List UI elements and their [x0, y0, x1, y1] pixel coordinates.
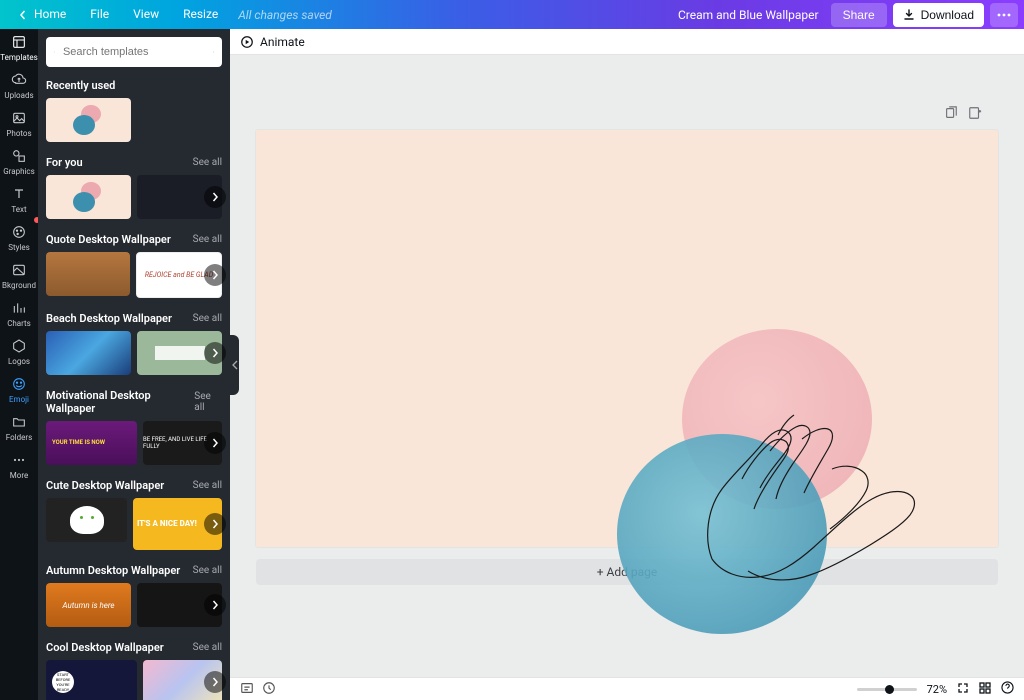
section-foryou: For youSee all [46, 152, 222, 219]
chevron-right-icon [210, 519, 220, 529]
section-autumn: Autumn Desktop WallpaperSee all Autumn i… [46, 560, 222, 627]
notes-icon [240, 681, 254, 695]
hand-line-art-graphic [682, 379, 942, 609]
rail-background[interactable]: Bkground [0, 257, 38, 295]
grid-icon [979, 682, 991, 694]
chevron-right-icon [210, 348, 220, 358]
page-actions [944, 105, 982, 124]
rail-styles[interactable]: Styles [0, 219, 38, 257]
home-label: Home [34, 0, 66, 29]
template-thumb[interactable]: YOUR TIME IS NOW [46, 421, 137, 465]
help-icon [1001, 681, 1014, 694]
template-thumb[interactable]: START BEFORE YOU'RE READY [46, 660, 137, 700]
see-all-link[interactable]: See all [193, 313, 222, 324]
see-all-link[interactable]: See all [193, 157, 222, 168]
see-all-link[interactable]: See all [193, 234, 222, 245]
canvas-page[interactable] [256, 130, 998, 547]
see-all-link[interactable]: See all [193, 480, 222, 491]
chevron-left-icon [18, 10, 28, 20]
save-status: All changes saved [238, 8, 332, 22]
rail-templates[interactable]: Templates [0, 29, 38, 67]
document-title[interactable]: Cream and Blue Wallpaper [678, 8, 819, 22]
view-menu[interactable]: View [121, 0, 171, 29]
more-button[interactable] [990, 3, 1018, 27]
rail-graphics[interactable]: Graphics [0, 143, 38, 181]
dots-icon [997, 13, 1011, 17]
rail-folders[interactable]: Folders [0, 409, 38, 447]
template-thumb[interactable] [46, 498, 127, 542]
expand-icon [957, 682, 969, 694]
animate-icon [240, 35, 254, 49]
section-cute: Cute Desktop WallpaperSee all IT'S A NIC… [46, 475, 222, 550]
scroll-right-button[interactable] [204, 342, 226, 364]
canvas-toolbar: Animate [230, 29, 1024, 55]
resize-menu[interactable]: Resize [171, 0, 230, 29]
scroll-right-button[interactable] [204, 671, 226, 693]
scroll-right-button[interactable] [204, 264, 226, 286]
section-recent: Recently used [46, 75, 222, 142]
search-box [46, 37, 222, 67]
download-label: Download [921, 8, 974, 22]
download-icon [903, 9, 915, 21]
rail-logos[interactable]: Logos [0, 333, 38, 371]
add-page-icon [968, 106, 982, 120]
status-bar: 72% [230, 677, 1024, 700]
notes-button[interactable] [240, 681, 254, 698]
clock-icon [262, 681, 276, 695]
zoom-slider[interactable] [857, 688, 917, 691]
chevron-left-icon [232, 360, 238, 370]
chevron-right-icon [210, 677, 220, 687]
search-icon [54, 45, 55, 59]
chevron-right-icon [210, 192, 220, 202]
filter-icon[interactable] [213, 44, 214, 60]
search-input[interactable] [61, 45, 207, 59]
scroll-right-button[interactable] [204, 186, 226, 208]
help-button[interactable] [1001, 681, 1014, 697]
top-menu-bar: Home File View Resize All changes saved … [0, 0, 1024, 29]
templates-panel: Recently used For youSee all Quote Deskt… [38, 29, 230, 700]
add-page-icon-button[interactable] [968, 105, 982, 124]
template-thumb[interactable] [46, 175, 131, 219]
collapse-panel-button[interactable] [230, 335, 239, 395]
scroll-right-button[interactable] [204, 432, 226, 454]
section-motivational: Motivational Desktop WallpaperSee all YO… [46, 385, 222, 465]
fullscreen-button[interactable] [957, 682, 969, 697]
scroll-right-button[interactable] [204, 513, 226, 535]
rail-uploads[interactable]: Uploads [0, 67, 38, 105]
section-beach: Beach Desktop WallpaperSee all [46, 308, 222, 375]
side-rail: Templates Uploads Photos Graphics Text S… [0, 29, 38, 700]
canvas-area: Animate [230, 29, 1024, 700]
copy-icon [944, 106, 958, 120]
section-quote: Quote Desktop WallpaperSee all REJOICE a… [46, 229, 222, 298]
download-button[interactable]: Download [893, 3, 984, 27]
rail-photos[interactable]: Photos [0, 105, 38, 143]
see-all-link[interactable]: See all [193, 565, 222, 576]
rail-text[interactable]: Text [0, 181, 38, 219]
grid-view-button[interactable] [979, 682, 991, 697]
chevron-right-icon [210, 600, 220, 610]
animate-button[interactable]: Animate [240, 35, 305, 49]
rail-charts[interactable]: Charts [0, 295, 38, 333]
home-link[interactable]: Home [6, 0, 78, 29]
rail-more[interactable]: More [0, 447, 38, 485]
rail-emoji[interactable]: Emoji [0, 371, 38, 409]
see-all-link[interactable]: See all [193, 642, 222, 653]
template-thumb[interactable] [46, 331, 131, 375]
share-button[interactable]: Share [831, 3, 887, 27]
zoom-level[interactable]: 72% [927, 683, 947, 696]
chevron-right-icon [210, 438, 220, 448]
duration-button[interactable] [262, 681, 276, 698]
section-cool: Cool Desktop WallpaperSee all START BEFO… [46, 637, 222, 700]
template-thumb[interactable] [46, 252, 130, 296]
scroll-right-button[interactable] [204, 594, 226, 616]
template-thumb[interactable]: Autumn is here [46, 583, 131, 627]
file-menu[interactable]: File [78, 0, 121, 29]
see-all-link[interactable]: See all [194, 391, 222, 413]
template-thumb[interactable] [46, 98, 131, 142]
chevron-right-icon [210, 270, 220, 280]
copy-page-button[interactable] [944, 105, 958, 124]
